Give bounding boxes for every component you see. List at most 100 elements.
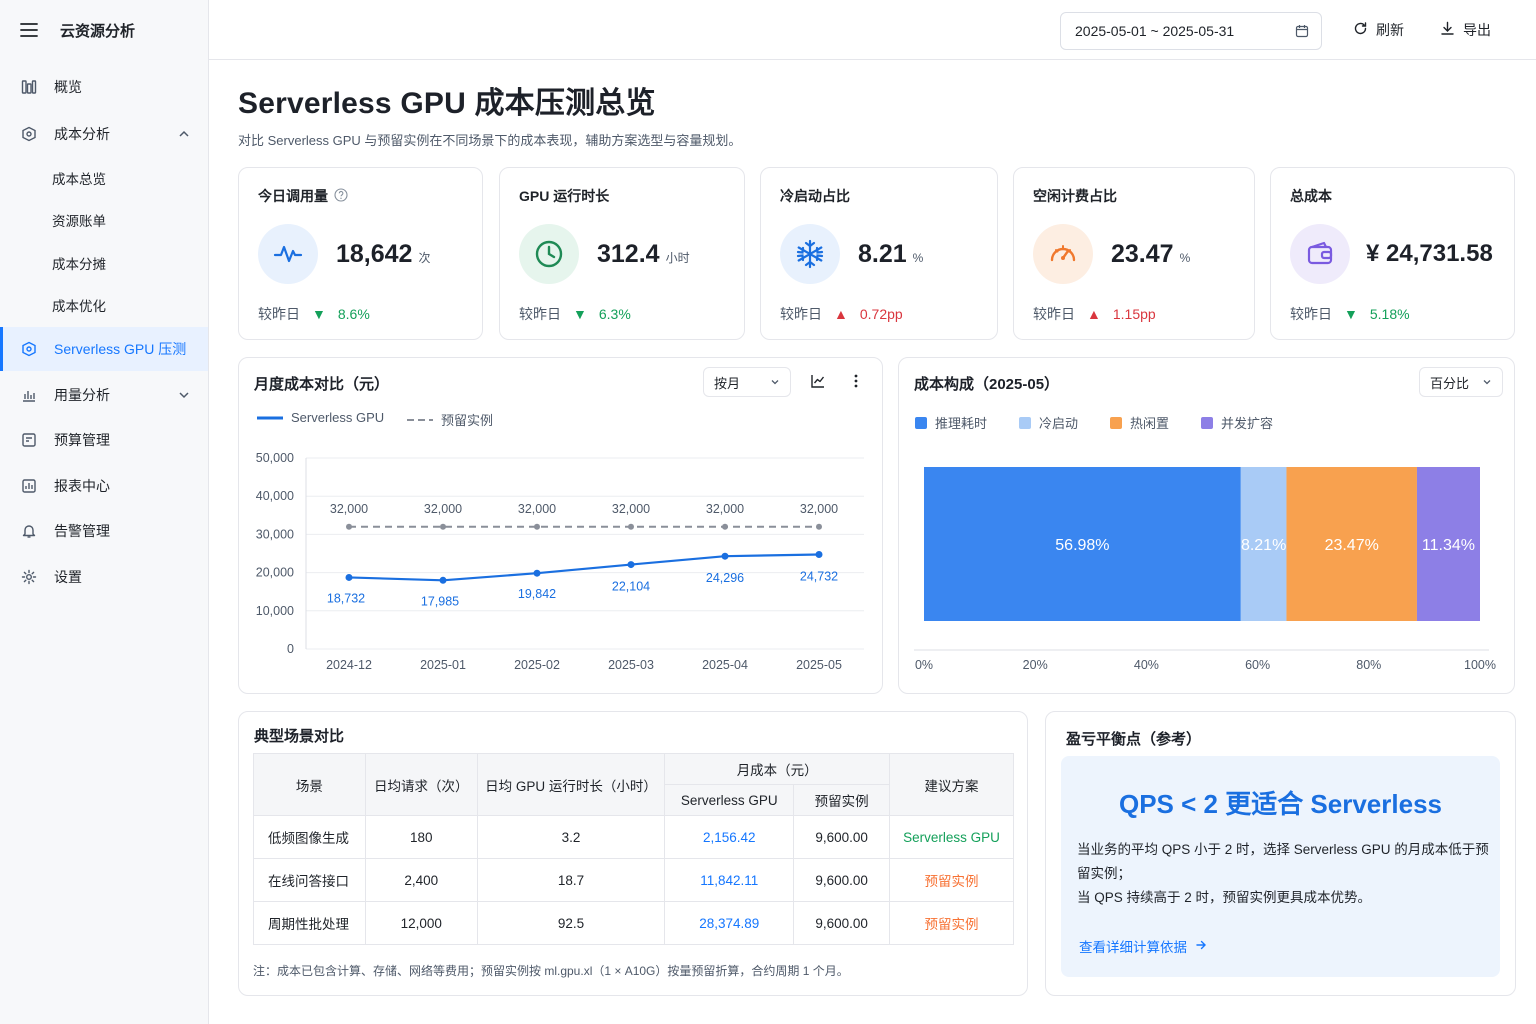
sidebar-subitem-cost-overview[interactable]: 成本总览 (52, 168, 106, 188)
date-range-picker[interactable]: 2025-05-01 ~ 2025-05-31 (1060, 12, 1322, 50)
kpi-value-number: 23.47 (1111, 240, 1174, 268)
kpi-value: ¥ 24,731.58 (1366, 240, 1493, 268)
th-daily-requests: 日均请求（次） (364, 753, 478, 816)
kpi-delta: 6.3% (598, 306, 631, 322)
data-point (439, 576, 447, 584)
data-point (721, 552, 729, 560)
kpi-delta: 0.72pp (859, 306, 903, 322)
brand: 云资源分析 (0, 0, 208, 60)
kpi-value: 23.47% (1111, 240, 1190, 269)
refresh-button[interactable]: 刷新 (1353, 20, 1404, 40)
sidebar-item-alerts[interactable]: 告警管理 (0, 509, 208, 553)
pulse-icon (258, 224, 318, 284)
data-label: 32,000 (612, 502, 650, 516)
sidebar-item-cost-analysis[interactable]: 成本分析 (0, 112, 208, 156)
data-label: 17,985 (421, 594, 459, 608)
sidebar-item-usage[interactable]: 用量分析 (0, 373, 208, 417)
sidebar-item-budget[interactable]: 预算管理 (0, 418, 208, 462)
y-tick-label: 20,000 (256, 566, 294, 580)
th-scene: 场景 (253, 753, 366, 816)
menu-icon[interactable] (20, 21, 38, 39)
data-label: 24,296 (706, 571, 744, 585)
target-icon (20, 340, 38, 358)
data-label: 32,000 (424, 502, 462, 516)
data-point (533, 569, 541, 577)
kpi-card-idle-billing: 空闲计费占比 23.47% 较昨日 ▲ 1.15pp (1013, 167, 1255, 340)
data-point (628, 523, 634, 530)
kpi-compare-label: 较昨日 (258, 306, 300, 322)
export-button[interactable]: 导出 (1440, 20, 1491, 40)
data-label: 32,000 (330, 502, 368, 516)
data-label: 22,104 (612, 580, 650, 594)
segment-label: 23.47% (1325, 537, 1379, 554)
x-tick-label: 2025-03 (608, 658, 654, 672)
kpi-unit: % (1179, 251, 1191, 265)
data-label: 24,732 (800, 570, 838, 584)
sidebar-subitem-cost-optimization[interactable]: 成本优化 (52, 295, 106, 315)
kpi-label: 冷启动占比 (780, 188, 850, 204)
kpi-label: 总成本 (1290, 188, 1332, 204)
sidebar-item-label: 设置 (54, 569, 82, 585)
cell-gpu-hours: 18.7 (476, 858, 666, 902)
data-point (815, 551, 823, 559)
th-advice: 建议方案 (889, 753, 1014, 816)
snowflake-icon (780, 224, 840, 284)
kpi-unit: 次 (418, 251, 431, 265)
help-icon[interactable] (334, 187, 348, 205)
arrow-up-icon: ▲ (1087, 306, 1101, 322)
series-line-serverless (348, 553, 820, 582)
x-tick-label: 100% (1464, 658, 1496, 672)
cell-daily-requests: 12,000 (364, 901, 478, 945)
data-point (627, 561, 635, 569)
cell-scene: 周期性批处理 (253, 901, 366, 945)
x-tick-label: 2025-02 (514, 658, 560, 672)
arrow-down-icon: ▼ (573, 306, 587, 322)
chevron-up-icon (178, 127, 190, 139)
cost-composition-chart: 56.98% 8.21% 23.47% 11.34% 0% 20% 40% 60% 80% 100… (914, 467, 1496, 672)
y-tick-label: 30,000 (256, 527, 294, 541)
app-title: 云资源分析 (60, 22, 136, 40)
kpi-label-text: 今日调用量 (258, 188, 328, 204)
x-tick-label: 0% (915, 658, 933, 672)
calculation-detail-link[interactable]: 查看详细计算依据 (1079, 936, 1207, 956)
sidebar-subitem-cost-allocation[interactable]: 成本分摊 (52, 253, 106, 273)
breakeven-title: 盈亏平衡点（参考） (1066, 731, 1202, 748)
cost-composition-card: 成本构成（2025-05） 百分比 推理耗时 冷启动 热闲置 并发扩容 56.9… (898, 357, 1515, 694)
segment-label: 8.21% (1241, 537, 1286, 554)
clock-icon (519, 224, 579, 284)
sidebar-item-settings[interactable]: 设置 (0, 555, 208, 599)
gauge-icon (1033, 224, 1093, 284)
cell-reserved-cost: 9,600.00 (793, 901, 891, 945)
breakeven-card: 盈亏平衡点（参考） QPS < 2 更适合 Serverless 当业务的平均 … (1045, 711, 1516, 996)
segment-label: 11.34% (1422, 537, 1475, 554)
kpi-value: 18,642 次 (336, 240, 430, 269)
kpi-value-number: 312.4 (597, 240, 660, 268)
scenario-card: 典型场景对比 场景 日均请求（次） 日均 GPU 运行时长（小时） 月成本（元）… (238, 711, 1028, 996)
th-reserved: 预留实例 (793, 784, 891, 816)
cell-daily-requests: 180 (364, 815, 478, 859)
cell-scene: 低频图像生成 (253, 815, 366, 859)
budget-icon (20, 431, 38, 449)
table-row: 周期性批处理 12,000 92.5 28,374.89 9,600.00 预留… (253, 901, 1014, 945)
kpi-compare: 较昨日 ▲ 1.15pp (1033, 304, 1156, 324)
cell-serverless-cost: 2,156.42 (664, 815, 795, 859)
x-tick-label: 2025-04 (702, 658, 748, 672)
sidebar-item-overview[interactable]: 概览 (0, 65, 208, 109)
download-icon (1440, 21, 1455, 39)
sidebar-item-reports[interactable]: 报表中心 (0, 464, 208, 508)
x-tick-label: 40% (1134, 658, 1159, 672)
data-point (534, 523, 540, 530)
kpi-value: 312.4 小时 (597, 240, 690, 269)
sidebar-subitem-resource-bill[interactable]: 资源账单 (52, 210, 106, 230)
data-point (722, 523, 728, 530)
kpi-unit: % (912, 251, 924, 265)
x-tick-label: 2025-05 (796, 658, 842, 672)
table-note: 注：成本已包含计算、存储、网络等费用；预留实例按 ml.gpu.xl（1 × A… (253, 964, 849, 978)
kpi-compare: 较昨日 ▼ 6.3% (519, 304, 631, 324)
sidebar-item-serverless-gpu[interactable]: Serverless GPU 压测 (0, 327, 208, 371)
scenario-table: 场景 日均请求（次） 日均 GPU 运行时长（小时） 月成本（元） 建议方案 S… (253, 753, 1014, 945)
table-row: 低频图像生成 180 3.2 2,156.42 9,600.00 Serverl… (253, 815, 1014, 859)
kpi-compare-label: 较昨日 (780, 306, 822, 322)
page-title: Serverless GPU 成本压测总览 (238, 87, 656, 120)
x-tick-label: 60% (1245, 658, 1270, 672)
